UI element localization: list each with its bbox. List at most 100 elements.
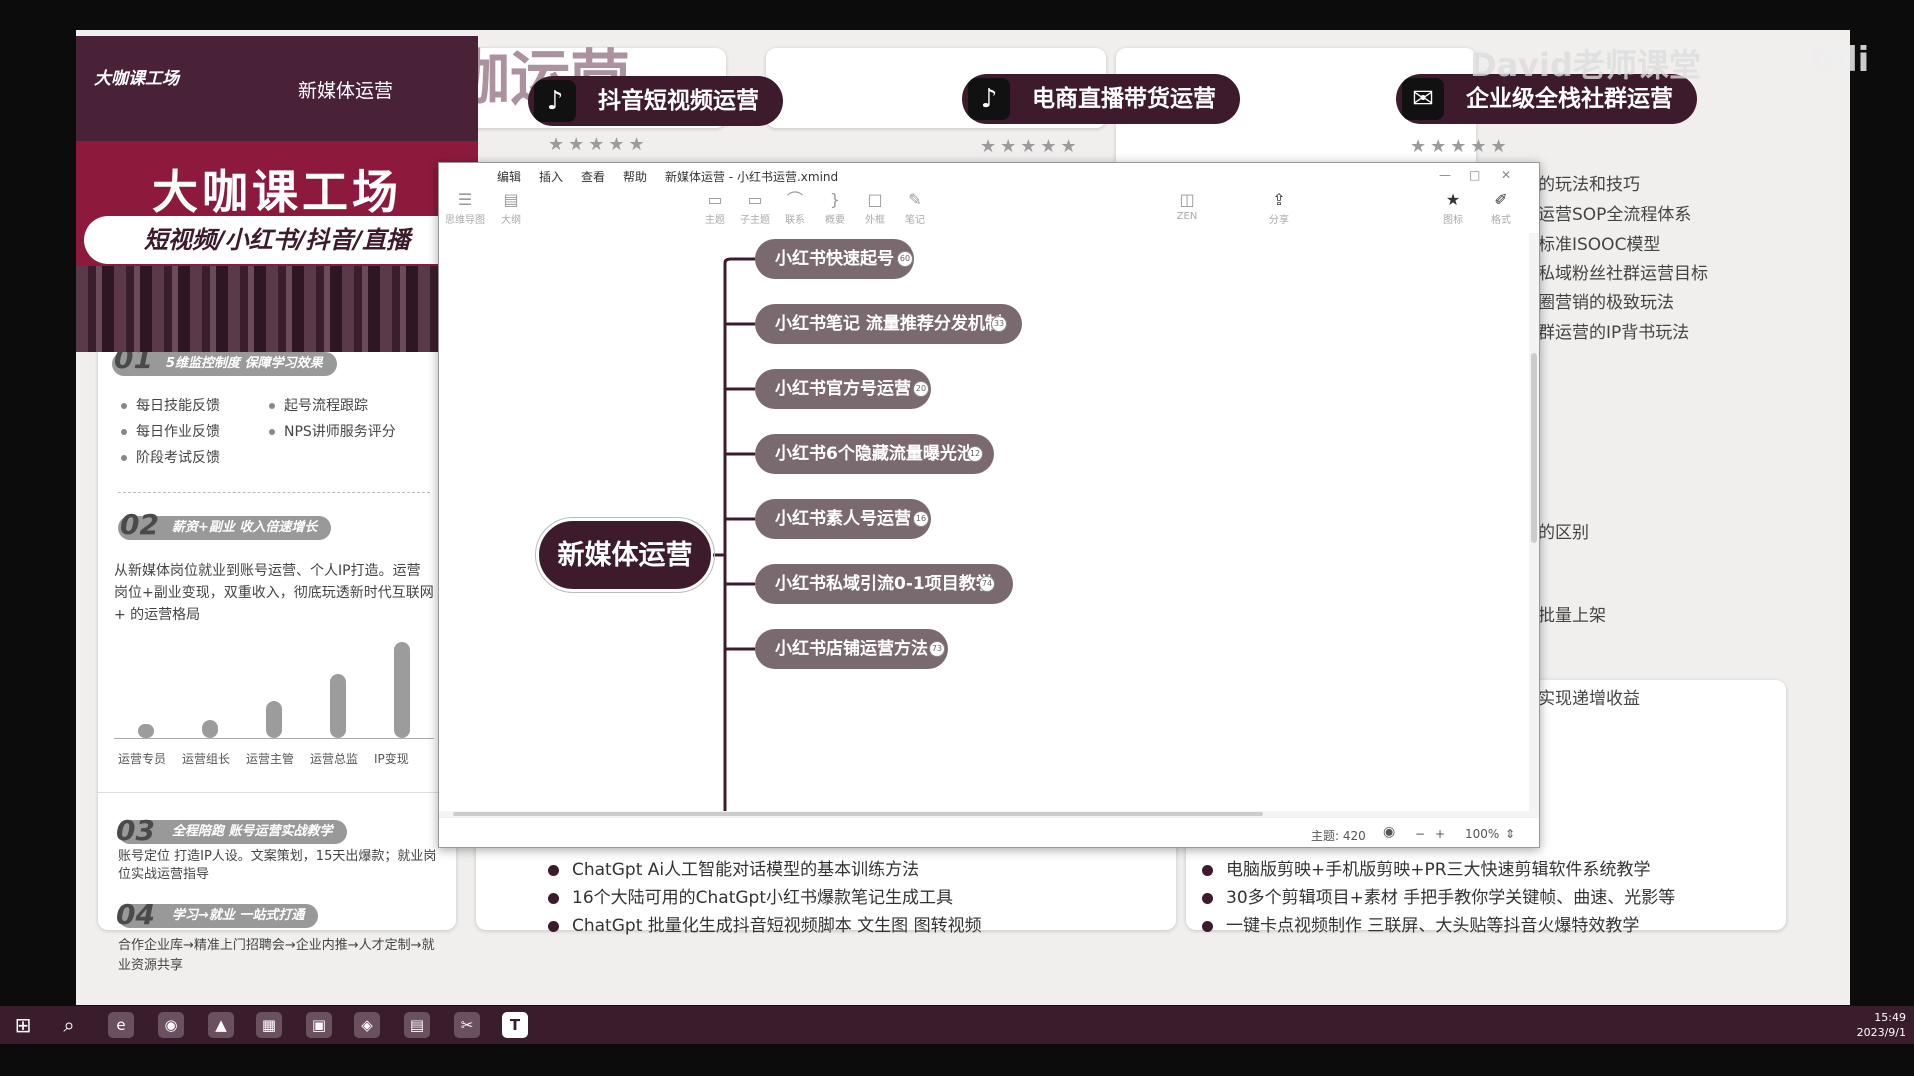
app-icon[interactable]: ▲ [208,1012,234,1038]
zoom-level[interactable]: 100% [1465,827,1499,841]
chrome-icon[interactable]: ◉ [158,1012,184,1038]
subtopic-node[interactable]: 小红书店铺运营方法 [755,629,948,669]
topic-count-badge[interactable]: 33 [991,316,1007,332]
tool-label: 主题 [705,215,725,226]
start-button[interactable]: ⊞ [10,1012,36,1038]
scroll-thumb[interactable] [1531,353,1537,543]
xmind-app-icon[interactable]: ✂ [454,1012,480,1038]
xmind-window[interactable]: 编辑 插入 查看 帮助 新媒体运营 - 小红书运营.xmind — □ ✕ ☰ 思… [438,162,1540,848]
share-icon: ⇪ [1272,190,1286,209]
boundary-button[interactable]: □ 外框 [855,189,895,226]
subtopic-node[interactable]: 小红书私域引流0-1项目教学 [755,564,1013,604]
subtopic-node[interactable]: 小红书官方号运营 [755,369,931,409]
promo-banner: 大咖课工场 新媒体运营 大咖课工场 短视频/小红书/抖音/直播 [76,36,478,352]
search-icon[interactable]: ⌕ [56,1012,82,1038]
share-button[interactable]: ⇪ 分享 [1259,189,1299,226]
course-tag-douyin[interactable]: ♪ 抖音短视频运营 [528,76,783,126]
icon-panel-button[interactable]: ★ 图标 [1433,189,1473,226]
chart-category-label: 运营组长 [182,752,231,766]
topic-count-badge[interactable]: 12 [967,446,983,462]
subtopic-node[interactable]: 小红书6个隐藏流量曝光池 [755,434,994,474]
subtopic-button[interactable]: ▭ 子主题 [735,189,775,226]
tool-label: 联系 [785,215,805,226]
maximize-button[interactable]: □ [1469,168,1480,182]
feedback-list: 每日技能反馈 每日作业反馈 阶段考试反馈 [118,395,220,469]
toolbar: ☰ 思维导图 ▤ 大纲 ▭ 主题 ▭ 子主题 ⌒ 联系 } 概要 □ 外框 ✎ 笔记 ◫ ZEN … [439,189,1539,231]
right-card-line: 圈营销的极致玩法 [1538,293,1674,313]
menu-help[interactable]: 帮助 [623,168,647,185]
tool-label: 子主题 [740,215,770,226]
zen-button[interactable]: ◫ ZEN [1167,189,1207,222]
topic-count-badge[interactable]: 20 [913,381,929,397]
outline-view-button[interactable]: ▤ 大纲 [491,189,531,226]
windows-taskbar: ⊞ ⌕ e ◉ ▲ ▦ ▣ ◈ ▤ ✂ T 15:49 2023/9/1 [0,1006,1914,1044]
app-icon[interactable]: ▦ [256,1012,282,1038]
system-clock[interactable]: 15:49 2023/9/1 [1857,1010,1906,1040]
subtopic-node[interactable]: 小红书笔记 流量推荐分发机制 [755,304,1022,344]
right-card-line: 群运营的IP背书玩法 [1538,323,1690,343]
topic-button[interactable]: ▭ 主题 [695,189,735,226]
section-text-3: 账号定位 打造IP人设。文案策划，15天出爆款；就业岗位实战运营指导 [118,849,437,882]
course-tag-ecommerce[interactable]: ♪ 电商直播带货运营 [962,74,1240,124]
feedback-list: 起号流程跟踪 NPS讲师服务评分 [266,395,396,443]
app-icon[interactable]: ◈ [354,1012,380,1038]
chart-bar [202,719,218,738]
tool-label: ZEN [1176,211,1198,222]
tool-label: 思维导图 [445,215,485,226]
chart-bar [330,674,346,738]
tool-label: 分享 [1269,215,1289,226]
menu-edit[interactable]: 编辑 [497,168,521,185]
minimize-button[interactable]: — [1439,168,1451,182]
format-panel-button[interactable]: ✐ 格式 [1481,189,1521,226]
wechat-icon: ✉ [1402,78,1444,120]
note-button[interactable]: ✎ 笔记 [895,189,935,226]
menu-view[interactable]: 查看 [581,168,605,185]
section-number-3: 03 [116,814,155,847]
list-item: ChatGpt Ai人工智能对话模型的基本训练方法 [548,856,982,884]
file-explorer-icon[interactable]: ▤ [404,1012,430,1038]
text-app-icon[interactable]: T [502,1012,528,1038]
zoom-stepper-icon[interactable]: ⇕ [1505,827,1515,841]
root-topic[interactable]: 新媒体运营 [535,517,715,593]
scroll-thumb[interactable] [453,812,1263,816]
subtopic-node[interactable]: 小红书素人号运营 [755,499,931,539]
right-card-line: 私域粉丝社群运营目标 [1538,264,1708,284]
banner-subtitle: 新媒体运营 [298,80,394,102]
zoom-out-button[interactable]: − [1415,827,1425,841]
rating-stars: ★★★★★ [980,136,1081,157]
list-item: 30多个剪辑项目+素材 手把手教你学关键帧、曲速、光影等 [1202,884,1675,912]
chart-category-label: IP变现 [374,752,409,766]
vertical-scrollbar[interactable] [1529,233,1539,817]
rating-stars: ★★★★★ [1410,136,1511,157]
chart-bar [266,701,282,738]
banner-title: 大咖课工场 [152,165,402,219]
topic-count-badge[interactable]: 60 [897,251,913,267]
topic-count-badge[interactable]: 74 [979,576,995,592]
zoom-in-button[interactable]: + [1435,827,1445,841]
section-number-2: 02 [120,508,159,541]
section-text-4: 合作企业库→精准上门招聘会→企业内推→人才定制→就业资源共享 [118,938,435,973]
topic-count-badge[interactable]: 16 [913,511,929,527]
eye-icon[interactable]: ◉ [1383,824,1395,840]
chart-baseline [114,738,434,739]
right-card-line: 的玩法和技巧 [1538,175,1640,195]
subtopic-node[interactable]: 小红书快速起号 [755,239,914,279]
course-title: 抖音短视频运营 [598,88,759,114]
topic-count-badge[interactable]: 73 [929,641,945,657]
course-title: 企业级全栈社群运营 [1466,86,1673,112]
close-button[interactable]: ✕ [1501,168,1511,182]
right-card-line: 实现递增收益 [1538,689,1640,709]
edge-browser-icon[interactable]: e [108,1012,134,1038]
screen: 大咖运营 ♪ 抖音短视频运营 ★★★★★ ♪ 电商直播带货运营 ★★★★★ ✉ … [0,0,1914,1076]
app-icon[interactable]: ▣ [306,1012,332,1038]
status-bar: 主题: 420 ◉ − + 100% ⇕ [439,817,1539,847]
summary-button[interactable]: } 概要 [815,189,855,226]
right-card-line: 批量上架 [1538,606,1606,626]
topic-icon: ▭ [707,190,723,209]
mindmap-canvas[interactable]: 新媒体运营 小红书快速起号 60 小红书笔记 流量推荐分发机制 33 小红书官方… [439,233,1529,817]
menu-insert[interactable]: 插入 [539,168,563,185]
mindmap-view-button[interactable]: ☰ 思维导图 [445,189,485,226]
chart-category-label: 运营专员 [118,752,167,766]
summary-icon: } [829,190,841,209]
relationship-button[interactable]: ⌒ 联系 [775,189,815,226]
